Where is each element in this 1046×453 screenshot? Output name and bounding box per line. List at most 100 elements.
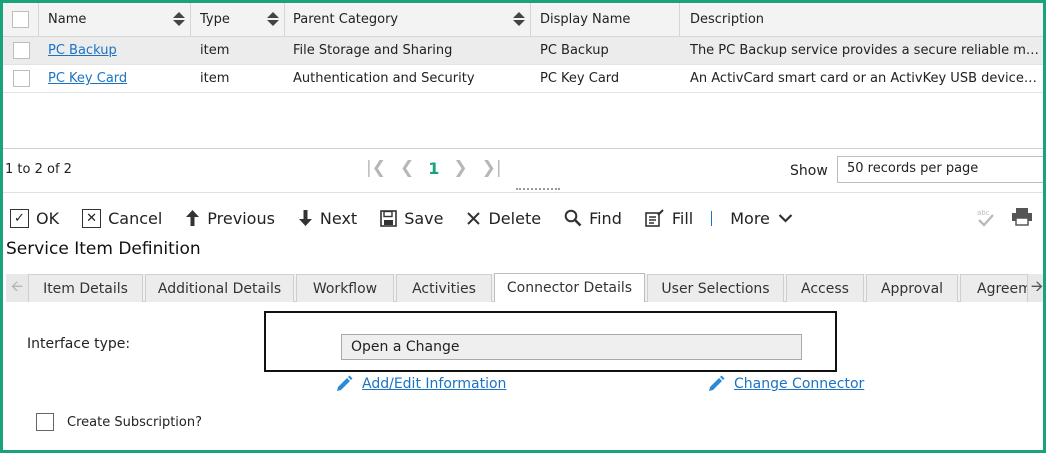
add-edit-information-link[interactable]: Add/Edit Information xyxy=(335,375,506,393)
tab-user-selections[interactable]: User Selections xyxy=(647,274,784,302)
svg-text:abc: abc xyxy=(977,209,990,217)
create-subscription-row: Create Subscription? xyxy=(36,413,202,431)
grid-header: Name Type Parent Category Display Name D… xyxy=(3,3,1043,37)
cell-parent-text: File Storage and Sharing xyxy=(293,43,453,58)
tab-agreements[interactable]: Agreem xyxy=(960,274,1028,302)
next-button[interactable]: Next xyxy=(298,209,357,228)
next-page-icon[interactable]: ❯ xyxy=(453,158,467,178)
sort-icon[interactable] xyxy=(267,12,279,28)
more-label: More xyxy=(730,208,770,228)
create-subscription-checkbox[interactable] xyxy=(36,413,54,431)
item-name-link[interactable]: PC Backup xyxy=(48,43,117,58)
tab-access[interactable]: Access xyxy=(786,274,864,302)
splitter-handle[interactable] xyxy=(516,188,560,190)
app-frame: Name Type Parent Category Display Name D… xyxy=(0,0,1046,453)
tab-activities[interactable]: Activities xyxy=(396,274,492,302)
service-items-grid: Name Type Parent Category Display Name D… xyxy=(3,3,1043,93)
cell-parent-category: File Storage and Sharing xyxy=(286,37,531,64)
x-icon xyxy=(466,211,481,226)
records-per-page-select[interactable]: 50 records per page xyxy=(837,156,1043,183)
tab-item-details[interactable]: Item Details xyxy=(28,274,143,302)
cell-type: item xyxy=(192,37,285,64)
spell-check-icon[interactable]: abc xyxy=(975,207,995,231)
tab-workflow[interactable]: Workflow xyxy=(296,274,394,302)
checkmark-icon: ✓ xyxy=(10,208,29,228)
pager-navigation: |❮ ❮ 1 ❯ ❯| xyxy=(366,158,502,178)
toolbar-divider xyxy=(711,210,713,226)
column-header-label: Description xyxy=(690,12,765,27)
last-page-icon[interactable]: ❯| xyxy=(482,158,502,178)
cell-description-text: An ActivCard smart card or an ActivKey U… xyxy=(690,71,1040,86)
tab-approval[interactable]: Approval xyxy=(866,274,958,302)
current-page-number[interactable]: 1 xyxy=(428,159,439,178)
arrow-up-icon xyxy=(185,209,200,227)
table-row[interactable]: PC Key Card item Authentication and Secu… xyxy=(3,65,1043,93)
column-header-display-name[interactable]: Display Name xyxy=(532,3,680,36)
sort-icon[interactable] xyxy=(173,12,185,28)
ok-button[interactable]: ✓ OK xyxy=(10,208,60,228)
tab-additional-details[interactable]: Additional Details xyxy=(145,274,294,302)
search-icon xyxy=(564,209,582,227)
column-header-parent-category[interactable]: Parent Category xyxy=(286,3,531,36)
item-name-link[interactable]: PC Key Card xyxy=(48,71,127,86)
cell-display-text: PC Backup xyxy=(540,43,609,58)
prev-page-icon[interactable]: ❮ xyxy=(400,158,414,178)
floppy-disk-icon xyxy=(380,209,398,227)
row-checkbox-cell xyxy=(3,65,39,92)
cell-type: item xyxy=(192,65,285,92)
column-header-label: Display Name xyxy=(540,12,631,27)
change-connector-link[interactable]: Change Connector xyxy=(707,375,864,393)
cancel-button[interactable]: ✕ Cancel xyxy=(82,208,162,228)
previous-label: Previous xyxy=(207,208,275,228)
tab-scroll-right-icon[interactable]: 🡪 xyxy=(1028,274,1043,302)
arrow-down-icon xyxy=(298,209,313,227)
column-header-type[interactable]: Type xyxy=(192,3,285,36)
close-box-icon: ✕ xyxy=(82,208,102,228)
page-title: Service Item Definition xyxy=(6,239,201,259)
table-row[interactable]: PC Backup item File Storage and Sharing … xyxy=(3,37,1043,65)
chevron-down-icon xyxy=(778,213,793,223)
fill-button[interactable]: Fill xyxy=(645,209,693,228)
record-toolbar: ✓ OK ✕ Cancel Previous Next Save Delete … xyxy=(10,203,816,233)
pager-bottom-divider xyxy=(3,192,1043,193)
printer-icon[interactable] xyxy=(1011,207,1033,231)
first-page-icon[interactable]: |❮ xyxy=(366,158,386,178)
previous-button[interactable]: Previous xyxy=(185,209,275,228)
cell-display-name: PC Key Card xyxy=(532,65,680,92)
delete-button[interactable]: Delete xyxy=(466,209,541,228)
tab-connector-details[interactable]: Connector Details xyxy=(494,273,645,302)
cell-type-text: item xyxy=(200,71,230,86)
row-checkbox[interactable] xyxy=(12,70,30,87)
add-edit-information-text[interactable]: Add/Edit Information xyxy=(362,376,506,392)
select-all-checkbox[interactable] xyxy=(12,11,29,28)
interface-type-label: Interface type: xyxy=(27,336,131,352)
cell-parent-category: Authentication and Security xyxy=(286,65,531,92)
ok-label: OK xyxy=(36,208,60,228)
pager-divider xyxy=(3,148,1043,149)
cell-name: PC Backup xyxy=(40,37,191,64)
more-menu-button[interactable]: More xyxy=(730,209,793,228)
tab-scroll-left-icon[interactable]: 🡨 xyxy=(6,274,28,302)
column-header-description[interactable]: Description xyxy=(682,3,1043,36)
sort-icon[interactable] xyxy=(513,12,525,28)
cell-description: An ActivCard smart card or an ActivKey U… xyxy=(682,65,1043,92)
pencil-icon xyxy=(707,375,725,393)
next-label: Next xyxy=(319,208,358,228)
record-count: 1 to 2 of 2 xyxy=(5,162,72,177)
delete-label: Delete xyxy=(488,208,542,228)
column-header-label: Parent Category xyxy=(293,12,399,27)
cell-display-text: PC Key Card xyxy=(540,71,620,86)
fill-form-icon xyxy=(645,209,665,227)
pencil-icon xyxy=(335,375,353,393)
cell-display-name: PC Backup xyxy=(532,37,680,64)
find-button[interactable]: Find xyxy=(564,209,622,228)
column-header-name[interactable]: Name xyxy=(40,3,191,36)
show-label: Show xyxy=(790,163,828,179)
change-connector-text[interactable]: Change Connector xyxy=(734,376,864,392)
interface-type-field[interactable]: Open a Change xyxy=(341,334,802,360)
find-label: Find xyxy=(589,208,622,228)
cell-name: PC Key Card xyxy=(40,65,191,92)
column-header-label: Type xyxy=(200,12,230,27)
row-checkbox[interactable] xyxy=(12,42,30,59)
save-button[interactable]: Save xyxy=(380,209,443,228)
